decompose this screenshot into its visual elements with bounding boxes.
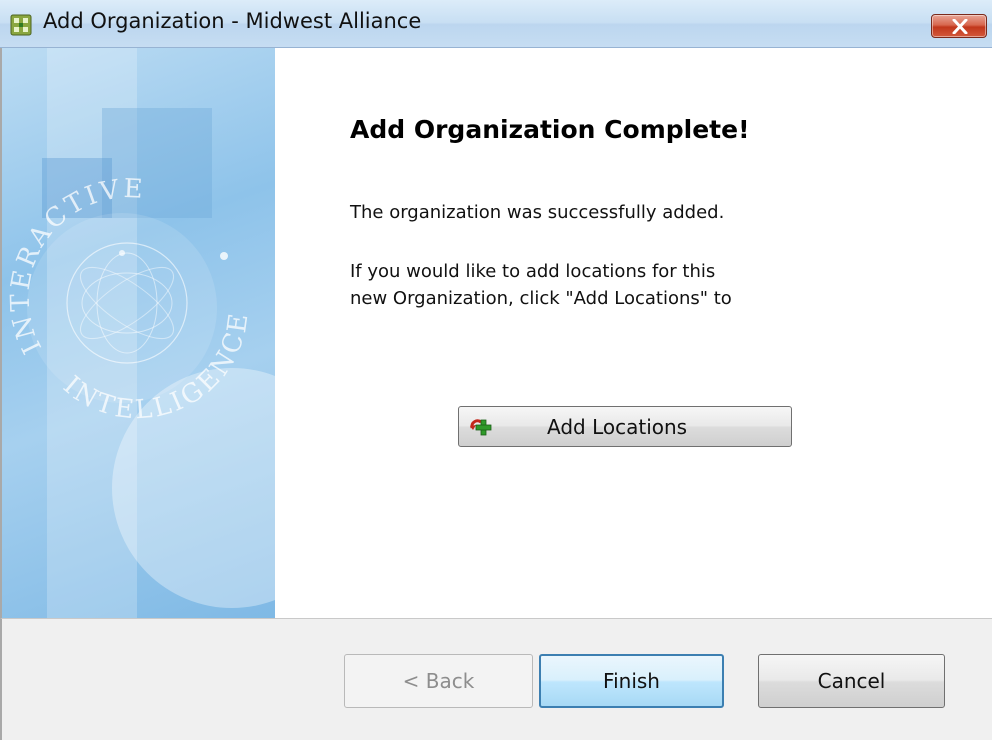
instruction-text: If you would like to add locations for t… [350,258,732,312]
finish-button[interactable]: Finish [539,654,724,708]
instruction-line-1: If you would like to add locations for t… [350,261,716,282]
add-locations-label: Add Locations [547,415,688,439]
success-message: The organization was successfully added. [350,202,725,223]
back-button[interactable]: < Back [344,654,533,708]
cancel-button[interactable]: Cancel [758,654,945,708]
window-title: Add Organization - Midwest Alliance [43,9,422,33]
close-icon [952,19,968,34]
add-location-icon [469,416,493,438]
page-title: Add Organization Complete! [350,115,750,144]
title-bar[interactable]: Add Organization - Midwest Alliance [0,0,992,48]
wizard-banner-image: INTERACTIVE INTELLIGENCE [0,48,275,618]
instruction-line-2: new Organization, click "Add Locations" … [350,288,732,309]
close-button[interactable] [931,14,987,38]
add-locations-button[interactable]: Add Locations [458,406,792,447]
app-grid-icon [10,14,32,36]
